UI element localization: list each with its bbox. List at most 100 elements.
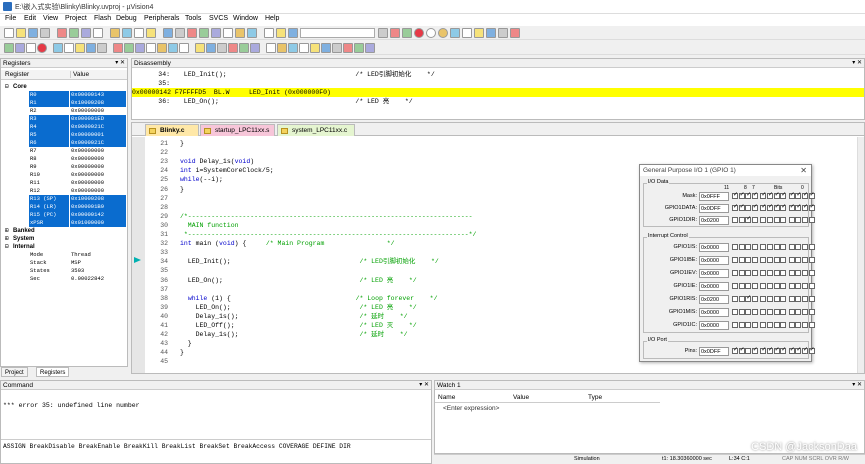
bit-checkbox[interactable] (788, 296, 795, 302)
bit-checkbox[interactable] (780, 309, 787, 315)
bit-checkbox[interactable] (732, 203, 738, 211)
toolbar-icon[interactable] (235, 28, 245, 38)
bit-checkbox[interactable] (808, 309, 815, 315)
bit-checkbox[interactable] (788, 217, 795, 223)
interrupt-register-input[interactable]: 0x0000 (699, 282, 729, 291)
bit-checkbox[interactable] (773, 270, 780, 276)
bit-checkbox[interactable] (751, 203, 758, 211)
register-value[interactable]: 0x00000000 (70, 179, 126, 187)
bit-checkbox[interactable] (802, 270, 808, 276)
bit-checkbox[interactable] (802, 203, 808, 211)
bit-checkbox[interactable] (795, 346, 801, 354)
bit-checkbox[interactable] (745, 215, 751, 223)
register-row[interactable]: R1 0x10000208 (1, 99, 127, 107)
toolbar-icon[interactable] (321, 43, 331, 53)
toolbar-icon[interactable] (217, 43, 227, 53)
interrupt-register-input[interactable]: 0x0000 (699, 243, 729, 252)
toolbar-icon[interactable] (64, 43, 74, 53)
toolbar-icon[interactable] (277, 43, 287, 53)
bit-checkbox[interactable] (745, 270, 752, 276)
register-row[interactable]: R6 0x0000021C (1, 139, 127, 147)
group-internal[interactable]: Internal (13, 243, 35, 251)
bit-checkbox[interactable] (802, 244, 808, 250)
bit-checkbox[interactable] (745, 244, 752, 250)
menu-debug[interactable]: Debug (116, 15, 137, 22)
pin-icon[interactable]: ▾ ✕ (852, 381, 862, 390)
toolbar-icon[interactable] (163, 28, 173, 38)
toolbar-icon[interactable] (135, 43, 145, 53)
bit-checkbox[interactable] (760, 346, 766, 354)
bit-checkbox[interactable] (751, 217, 758, 223)
group-core[interactable]: Core (13, 83, 27, 91)
bit-checkbox[interactable] (802, 257, 808, 263)
register-value[interactable]: 0x000001B9 (70, 203, 126, 211)
editor-gutter[interactable] (132, 137, 145, 373)
menu-file[interactable]: File (5, 15, 16, 22)
bit-checkbox[interactable] (773, 217, 780, 223)
toolbar-icon[interactable] (93, 28, 103, 38)
toolbar-icon[interactable] (179, 43, 189, 53)
bit-checkbox[interactable] (745, 191, 751, 199)
bit-checkbox[interactable] (795, 244, 802, 250)
toolbar-icon[interactable] (332, 43, 342, 53)
bit-checkbox[interactable] (738, 346, 745, 354)
toolbar-icon[interactable] (414, 28, 424, 38)
menu-flash[interactable]: Flash (94, 15, 111, 22)
toolbar-icon[interactable] (168, 43, 178, 53)
toolbar-icon[interactable] (288, 43, 298, 53)
register-row[interactable]: R7 0x00000000 (1, 147, 127, 155)
code-line[interactable]: 21} (146, 139, 846, 148)
toolbar-icon[interactable] (288, 28, 298, 38)
bit-checkbox[interactable] (795, 322, 802, 328)
register-value[interactable]: 0x00000000 (70, 163, 126, 171)
register-value[interactable]: 0x00000142 (70, 211, 126, 219)
pin-icon[interactable]: ▾ ✕ (852, 59, 862, 68)
toolbar-icon[interactable] (75, 43, 85, 53)
register-value[interactable]: 0x00000000 (70, 107, 126, 115)
bit-checkbox[interactable] (732, 322, 738, 328)
menu-tools[interactable]: Tools (185, 15, 201, 22)
toolbar-icon[interactable] (26, 43, 36, 53)
bit-checkbox[interactable] (780, 257, 787, 263)
interrupt-register-input[interactable]: 0x0000 (699, 321, 729, 330)
bit-checkbox[interactable] (788, 322, 795, 328)
file-tab[interactable]: system_LPC11xx.c (277, 124, 355, 136)
bit-checkbox[interactable] (767, 217, 773, 223)
toolbar-icon[interactable] (97, 43, 107, 53)
toolbar-icon[interactable] (16, 28, 26, 38)
register-value[interactable]: 0x10000208 (70, 195, 126, 203)
toolbar-icon[interactable] (28, 28, 38, 38)
toolbar-icon[interactable] (239, 43, 249, 53)
expand-toggle-banked[interactable]: ⊞ (5, 227, 9, 235)
register-row[interactable]: R15 (PC) 0x00000142 (1, 211, 127, 219)
bit-checkbox[interactable] (773, 191, 780, 199)
bit-checkbox[interactable] (780, 203, 786, 211)
pins-input[interactable]: 0x0DFF (699, 347, 729, 356)
bit-checkbox[interactable] (788, 191, 795, 199)
bit-checkbox[interactable] (745, 257, 752, 263)
close-icon[interactable]: ✕ (800, 165, 807, 176)
bit-checkbox[interactable] (795, 296, 802, 302)
col-name[interactable]: Name (438, 394, 455, 401)
toolbar-icon[interactable] (122, 28, 132, 38)
bit-checkbox[interactable] (760, 296, 767, 302)
bit-checkbox[interactable] (808, 322, 815, 328)
bit-checkbox[interactable] (738, 322, 745, 328)
file-tab[interactable]: startup_LPC11xx.s (200, 124, 275, 136)
register-row[interactable]: R8 0x00000000 (1, 155, 127, 163)
disassembly-current-line[interactable]: 0x00000142 F7FFFFD5 BL.W LED_Init (0x000… (132, 88, 864, 97)
bit-checkbox[interactable] (738, 283, 745, 289)
register-row[interactable]: R2 0x00000000 (1, 107, 127, 115)
menu-svcs[interactable]: SVCS (209, 15, 228, 22)
menu-view[interactable]: View (43, 15, 58, 22)
bit-checkbox[interactable] (808, 191, 815, 199)
bit-checkbox[interactable] (751, 309, 758, 315)
bit-checkbox[interactable] (773, 244, 780, 250)
bit-checkbox[interactable] (760, 244, 767, 250)
toolbar-icon[interactable] (247, 28, 257, 38)
expand-toggle-internal[interactable]: ⊟ (5, 243, 9, 251)
bit-checkbox[interactable] (738, 309, 745, 315)
toolbar-icon[interactable] (86, 43, 96, 53)
gpio1dir-input[interactable]: 0x0200 (699, 216, 729, 225)
register-value[interactable]: 0x00000000 (70, 155, 126, 163)
